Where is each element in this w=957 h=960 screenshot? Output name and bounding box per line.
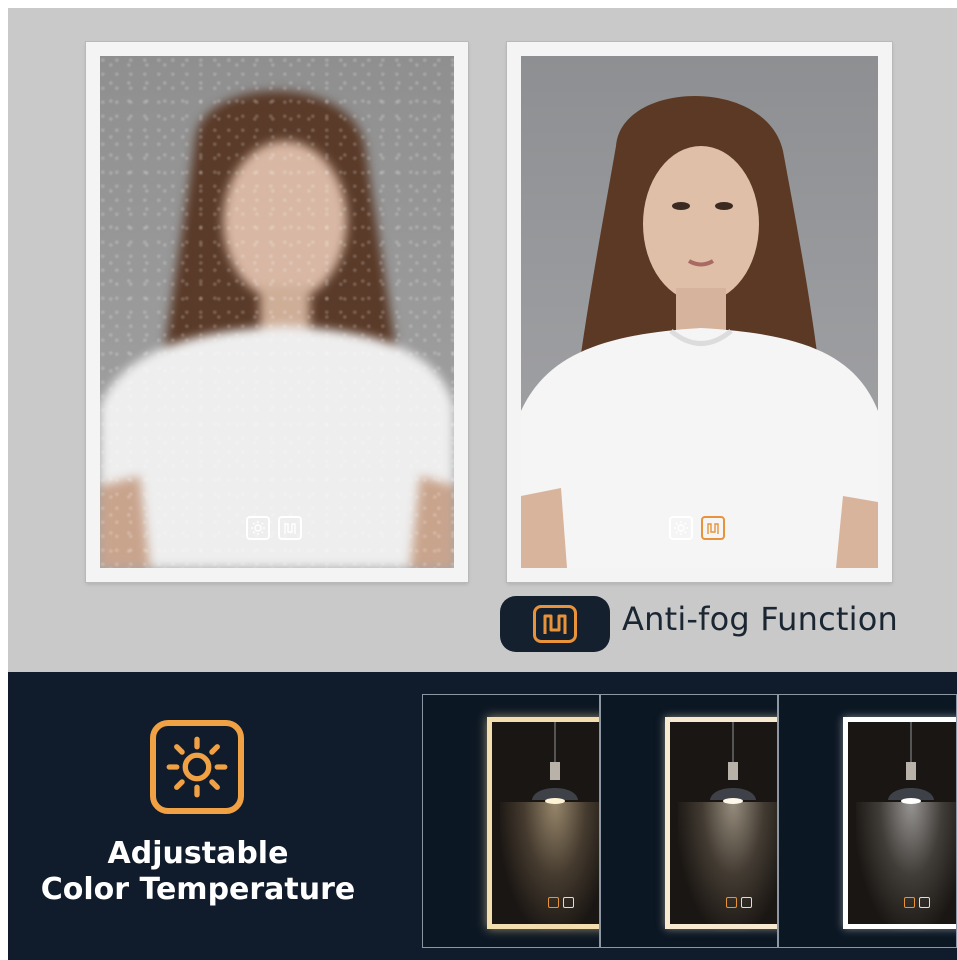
pendant-lamp-icon	[532, 722, 578, 804]
sun-brightness-icon	[669, 516, 693, 540]
defog-heater-icon	[563, 897, 574, 908]
defog-heater-icon	[278, 516, 302, 540]
foggy-mirror-surface	[100, 56, 454, 568]
cool-light-panel	[778, 694, 957, 948]
neutral-light-panel	[600, 694, 778, 948]
sun-brightness-icon	[548, 897, 559, 908]
warm-light-panel	[422, 694, 600, 948]
touch-buttons-clear	[669, 516, 725, 540]
tiny-touch-buttons	[726, 897, 752, 908]
mirror-frame-warm	[487, 717, 599, 932]
tiny-touch-buttons	[904, 897, 930, 908]
pendant-lamp-icon	[710, 722, 756, 804]
defog-heater-icon	[919, 897, 930, 908]
fog-droplets-overlay	[100, 56, 454, 568]
clear-mirror-surface	[521, 56, 878, 568]
defog-heater-icon	[701, 516, 725, 540]
anti-fog-badge	[500, 596, 610, 652]
clear-mirror	[507, 42, 892, 582]
mirror-frame-neutral	[665, 717, 777, 932]
tiny-touch-buttons	[548, 897, 574, 908]
pendant-lamp-icon	[888, 722, 934, 804]
touch-buttons-foggy	[246, 516, 302, 540]
mirror-frame-cool	[843, 717, 956, 932]
person-photo-clear	[521, 96, 878, 568]
sun-brightness-icon	[726, 897, 737, 908]
defog-heater-icon	[741, 897, 752, 908]
anti-fog-label: Anti-fog Function	[622, 600, 898, 638]
color-temp-title-line2: Color Temperature	[40, 872, 356, 907]
foggy-mirror	[86, 42, 468, 582]
defog-heater-icon	[533, 605, 577, 643]
sun-brightness-icon	[904, 897, 915, 908]
sun-brightness-icon	[150, 720, 244, 814]
color-temp-title-line1: Adjustable	[107, 836, 289, 871]
sun-brightness-icon	[246, 516, 270, 540]
